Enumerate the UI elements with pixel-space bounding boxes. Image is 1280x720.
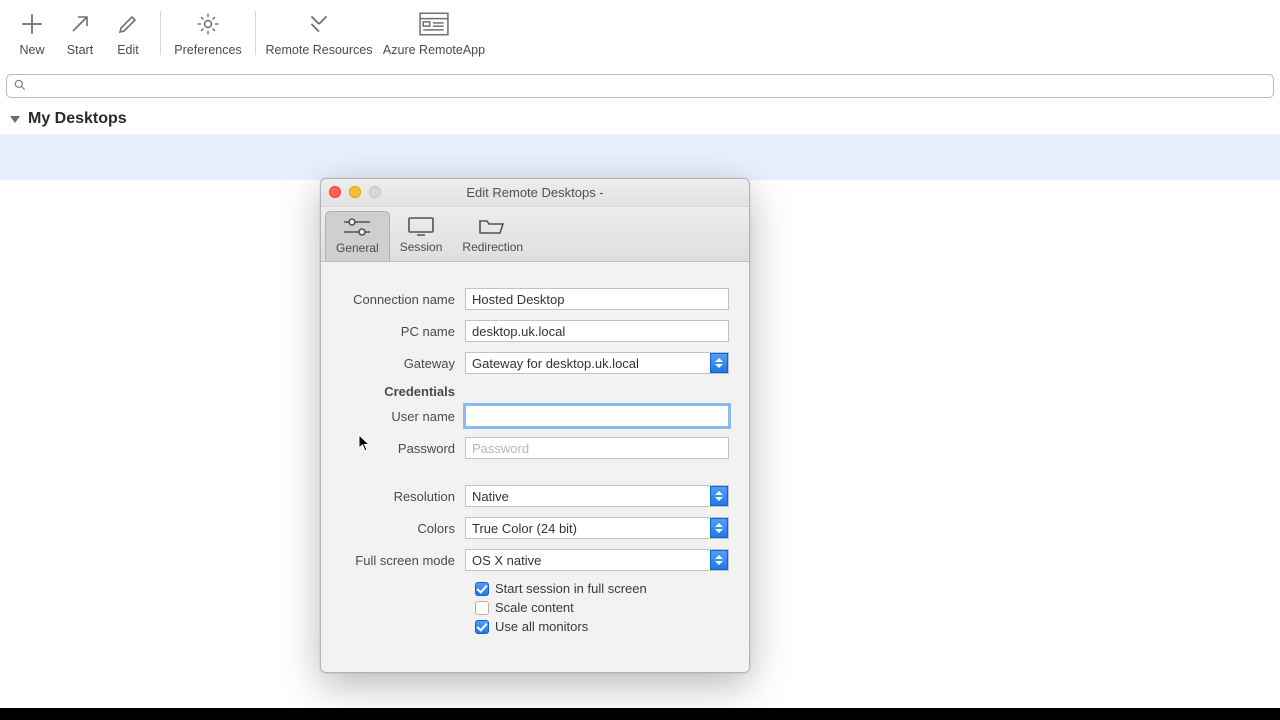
- preferences-label: Preferences: [174, 43, 241, 57]
- tab-redirection[interactable]: Redirection: [452, 211, 533, 261]
- credentials-label: Credentials: [341, 384, 465, 399]
- password-field[interactable]: [465, 437, 729, 459]
- pc-name-label: PC name: [341, 324, 465, 339]
- plus-icon: [17, 9, 47, 39]
- fullscreen-mode-label: Full screen mode: [341, 553, 465, 568]
- fullscreen-mode-select[interactable]: OS X native: [465, 549, 729, 571]
- checkbox-icon: [475, 620, 489, 634]
- zoom-icon[interactable]: [369, 186, 381, 198]
- remote-resources-icon: [304, 9, 334, 39]
- dock-bar: [0, 708, 1280, 720]
- dialog-title: Edit Remote Desktops -: [466, 185, 603, 200]
- pencil-icon: [113, 9, 143, 39]
- tab-redirection-label: Redirection: [462, 240, 523, 254]
- password-label: Password: [341, 441, 465, 456]
- edit-dialog: Edit Remote Desktops - General Session R…: [320, 178, 750, 673]
- sliders-icon: [341, 216, 373, 238]
- updown-arrows-icon: [710, 518, 728, 538]
- gateway-select[interactable]: Gateway for desktop.uk.local: [465, 352, 729, 374]
- scale-content-checkbox[interactable]: Scale content: [475, 600, 729, 615]
- fullscreen-mode-value: OS X native: [472, 553, 541, 568]
- edit-label: Edit: [117, 43, 139, 57]
- pc-name-field[interactable]: [465, 320, 729, 342]
- checkbox-icon: [475, 582, 489, 596]
- checkbox-icon: [475, 601, 489, 615]
- new-button[interactable]: New: [8, 5, 56, 57]
- connection-name-label: Connection name: [341, 292, 465, 307]
- tab-general-label: General: [336, 241, 379, 255]
- tab-session-label: Session: [400, 240, 443, 254]
- dialog-tabs: General Session Redirection: [321, 207, 749, 262]
- window-controls: [329, 186, 381, 198]
- tab-general[interactable]: General: [325, 211, 390, 261]
- use-all-monitors-label: Use all monitors: [495, 619, 588, 634]
- dialog-titlebar[interactable]: Edit Remote Desktops -: [321, 179, 749, 207]
- gateway-value: Gateway for desktop.uk.local: [472, 356, 639, 371]
- arrow-up-right-icon: [65, 9, 95, 39]
- updown-arrows-icon: [710, 550, 728, 570]
- colors-value: True Color (24 bit): [472, 521, 577, 536]
- new-label: New: [19, 43, 44, 57]
- folder-open-icon: [477, 215, 509, 237]
- use-all-monitors-checkbox[interactable]: Use all monitors: [475, 619, 729, 634]
- minimize-icon[interactable]: [349, 186, 361, 198]
- azure-remoteapp-label: Azure RemoteApp: [383, 43, 485, 57]
- search-input[interactable]: [31, 78, 1267, 95]
- start-button[interactable]: Start: [56, 5, 104, 57]
- checkbox-group: Start session in full screen Scale conte…: [341, 581, 729, 634]
- start-fullscreen-checkbox[interactable]: Start session in full screen: [475, 581, 729, 596]
- user-name-field[interactable]: [465, 405, 729, 427]
- scale-content-label: Scale content: [495, 600, 574, 615]
- user-name-label: User name: [341, 409, 465, 424]
- start-label: Start: [67, 43, 93, 57]
- disclosure-triangle-icon[interactable]: [10, 116, 20, 123]
- updown-arrows-icon: [710, 486, 728, 506]
- gear-icon: [193, 9, 223, 39]
- search-bar[interactable]: [6, 74, 1274, 98]
- search-icon: [13, 78, 27, 95]
- tab-session[interactable]: Session: [390, 211, 453, 261]
- azure-remoteapp-icon: [419, 9, 449, 39]
- monitor-icon: [405, 215, 437, 237]
- colors-label: Colors: [341, 521, 465, 536]
- section-title: My Desktops: [28, 110, 127, 128]
- resolution-select[interactable]: Native: [465, 485, 729, 507]
- close-icon[interactable]: [329, 186, 341, 198]
- remote-resources-button[interactable]: Remote Resources: [264, 5, 374, 57]
- toolbar-separator: [255, 11, 256, 55]
- preferences-button[interactable]: Preferences: [169, 5, 247, 57]
- remote-resources-label: Remote Resources: [266, 43, 373, 57]
- colors-select[interactable]: True Color (24 bit): [465, 517, 729, 539]
- dialog-body: Connection name PC name Gateway Gateway …: [321, 262, 749, 672]
- gateway-label: Gateway: [341, 356, 465, 371]
- updown-arrows-icon: [710, 353, 728, 373]
- start-fullscreen-label: Start session in full screen: [495, 581, 647, 596]
- selected-row[interactable]: [0, 134, 1280, 180]
- resolution-value: Native: [472, 489, 509, 504]
- azure-remoteapp-button[interactable]: Azure RemoteApp: [374, 5, 494, 57]
- section-header[interactable]: My Desktops: [0, 104, 1280, 134]
- toolbar-separator: [160, 11, 161, 55]
- resolution-label: Resolution: [341, 489, 465, 504]
- connection-name-field[interactable]: [465, 288, 729, 310]
- edit-button[interactable]: Edit: [104, 5, 152, 57]
- main-toolbar: New Start Edit Preferences Remote Resour…: [0, 0, 1280, 68]
